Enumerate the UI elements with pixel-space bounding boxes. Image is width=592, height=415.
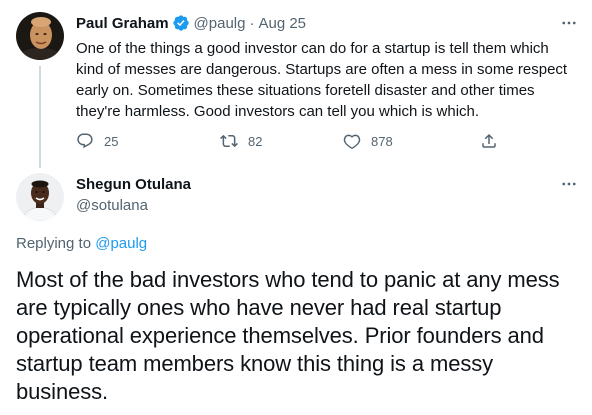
reply-tweet-text: Most of the bad investors who tend to pa… [16,267,560,404]
parent-tweet-text: One of the things a good investor can do… [76,40,568,120]
retweet-icon [220,134,238,148]
replying-to-link[interactable]: @paulg [95,235,147,252]
retweet-button[interactable]: 82 [220,130,262,152]
tweet-date[interactable]: Aug 25 [258,15,306,32]
share-button[interactable] [480,130,498,152]
tweet-action-bar: 25 82 878 [76,130,506,152]
author-handle[interactable]: @paulg [194,15,246,32]
reply-button[interactable]: 25 [76,130,118,152]
reply-author-handle[interactable]: @sotulana [76,197,148,214]
avatar-shegun-otulana-image [16,173,64,221]
replying-to-line: Replying to @paulg [16,235,147,252]
like-icon [343,134,361,150]
separator-dot: · [249,14,255,32]
author-name[interactable]: Paul Graham [76,15,169,32]
reply-icon [77,133,93,149]
verified-badge-icon [172,14,190,32]
avatar-paul-graham[interactable] [16,12,64,60]
like-button[interactable]: 878 [343,130,393,152]
avatar-shegun-otulana[interactable] [16,173,64,221]
reply-count: 25 [104,133,119,149]
more-options-icon[interactable] [560,14,578,32]
reply-author-name[interactable]: Shegun Otulana [76,176,191,193]
avatar-paul-graham-image [16,12,64,60]
retweet-count: 82 [248,133,263,149]
parent-tweet-header: Paul Graham @paulg · Aug 25 [76,12,306,34]
like-count: 878 [371,133,393,149]
replying-to-label: Replying to [16,235,96,252]
thread-connector-line [39,66,41,168]
share-icon [482,133,496,148]
more-options-icon[interactable] [560,175,578,193]
